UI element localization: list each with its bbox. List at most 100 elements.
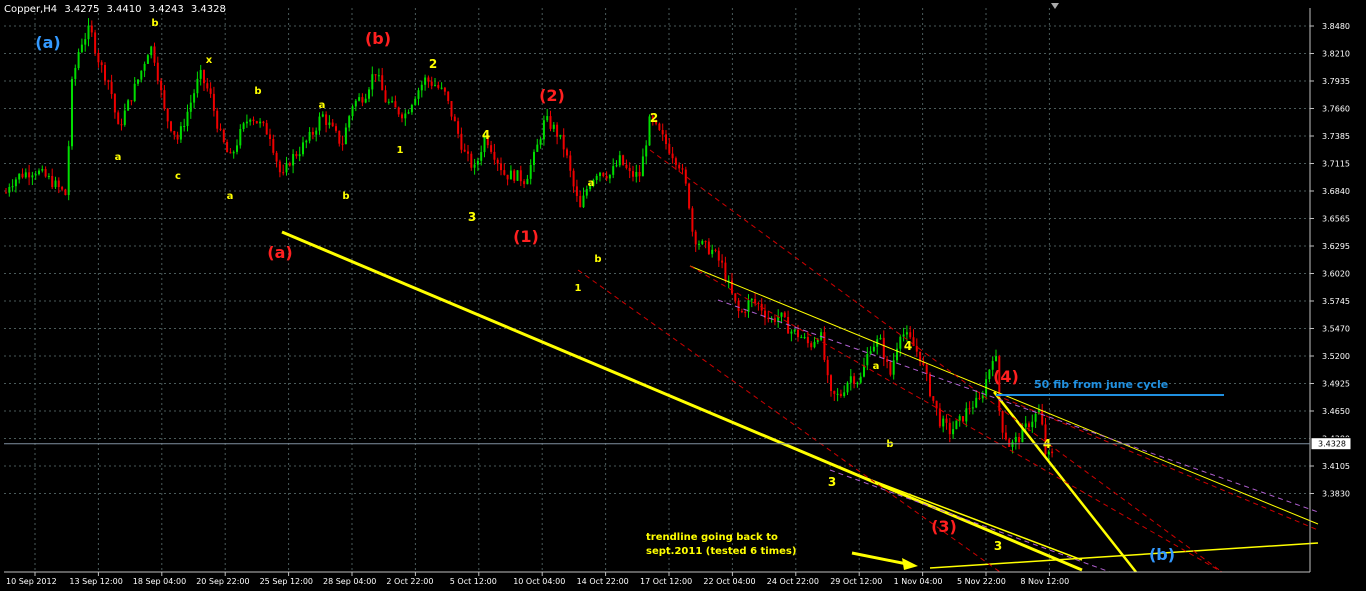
candle-body [153, 46, 156, 63]
candle-body [500, 163, 502, 171]
chart-shift-marker[interactable] [1050, 2, 1060, 10]
candle-body [1041, 410, 1044, 425]
candle-body [51, 175, 54, 188]
candle-body [843, 392, 846, 397]
candle-body [757, 302, 760, 304]
candle-body [859, 376, 862, 383]
candle-body [674, 158, 677, 165]
candle-body [457, 121, 460, 134]
candle-body [404, 113, 407, 119]
candle-body [473, 164, 476, 168]
price-tick-label: 3.8210 [1322, 50, 1350, 59]
candle-body [872, 346, 875, 352]
candle-body [282, 172, 285, 174]
wave-label: b [254, 86, 261, 97]
candle-body [542, 120, 545, 140]
candle-body [559, 134, 562, 137]
candle-body [632, 171, 634, 177]
price-tick-label: 3.6295 [1322, 242, 1350, 251]
candle-body [127, 100, 130, 111]
price-tick-label: 3.7115 [1322, 160, 1350, 169]
candle-body [509, 170, 512, 180]
candle-body [31, 175, 34, 178]
candle-body [94, 32, 97, 54]
candle-body [849, 376, 852, 383]
candle-body [1051, 451, 1054, 454]
candle-body [414, 98, 417, 105]
candle-body [529, 164, 532, 179]
candle-body [199, 70, 202, 79]
candle-body [212, 93, 215, 111]
candle-body [463, 149, 466, 152]
candle-body [925, 364, 928, 374]
candle-body [513, 170, 516, 181]
candle-body [292, 154, 295, 166]
candle-body [427, 77, 430, 82]
candle-body [57, 180, 60, 188]
candle-body [41, 169, 44, 171]
candle-body [1018, 436, 1021, 443]
candle-body [18, 173, 21, 180]
candle-body [556, 124, 559, 137]
candle-body [278, 161, 281, 173]
candle-body [622, 155, 625, 165]
candle-body [34, 174, 37, 176]
candle-body [87, 25, 90, 40]
candle-body [328, 122, 331, 125]
candle-body [866, 353, 869, 366]
candle-body [285, 163, 288, 173]
candle-body [80, 44, 83, 53]
candle-body [585, 189, 588, 196]
candle-body [641, 156, 644, 177]
candle-body [450, 101, 453, 117]
wave-label: (b) [1149, 545, 1175, 564]
candle-body [638, 171, 641, 177]
candle-body [430, 81, 433, 86]
candle-body [1014, 436, 1017, 442]
wave-label: 4 [904, 339, 912, 353]
candle-body [496, 159, 499, 164]
wave-label: b [151, 18, 158, 29]
candle-body [938, 408, 941, 427]
candle-body [698, 243, 700, 245]
wave-label: a [115, 152, 122, 163]
wave-label: a [588, 178, 595, 189]
wave-label: 3 [994, 539, 1002, 553]
candle-body [424, 77, 427, 85]
candle-body [5, 192, 7, 194]
candle-body [572, 170, 575, 187]
candle-body [394, 101, 397, 108]
candle-body [344, 127, 347, 145]
candle-body [806, 337, 809, 344]
price-tick-label: 3.7385 [1322, 132, 1350, 141]
candle-body [995, 356, 997, 362]
candle-body [846, 382, 849, 393]
candle-body [176, 134, 179, 140]
candle-body [945, 418, 948, 423]
candle-body [533, 151, 535, 165]
candle-body [219, 128, 222, 130]
wave-label: 3 [828, 475, 836, 489]
time-tick-label: 10 Sep 2012 [6, 577, 57, 586]
candle-body [678, 164, 681, 169]
price-tick-label: 3.4925 [1322, 380, 1350, 389]
candle-body [823, 332, 826, 360]
candle-body [932, 396, 935, 401]
candle-body [206, 83, 209, 89]
candle-body [275, 152, 278, 162]
candle-body [437, 84, 440, 88]
candle-body [869, 351, 872, 354]
candle-body [90, 25, 93, 33]
candle-body [562, 134, 565, 150]
candle-body [470, 153, 473, 168]
candle-body [476, 160, 479, 165]
candle-body [602, 172, 605, 177]
candle-body [410, 104, 413, 113]
price-chart[interactable]: (a) (b)(2)(1)(a)(3)(4)(b)2244433311bxacab… [0, 0, 1366, 591]
candle-body [341, 143, 344, 145]
candle-body [361, 97, 364, 103]
candle-body [668, 143, 671, 154]
time-tick-label: 5 Nov 22:00 [957, 577, 1006, 586]
candle-body [24, 172, 27, 178]
candle-body [74, 68, 77, 80]
